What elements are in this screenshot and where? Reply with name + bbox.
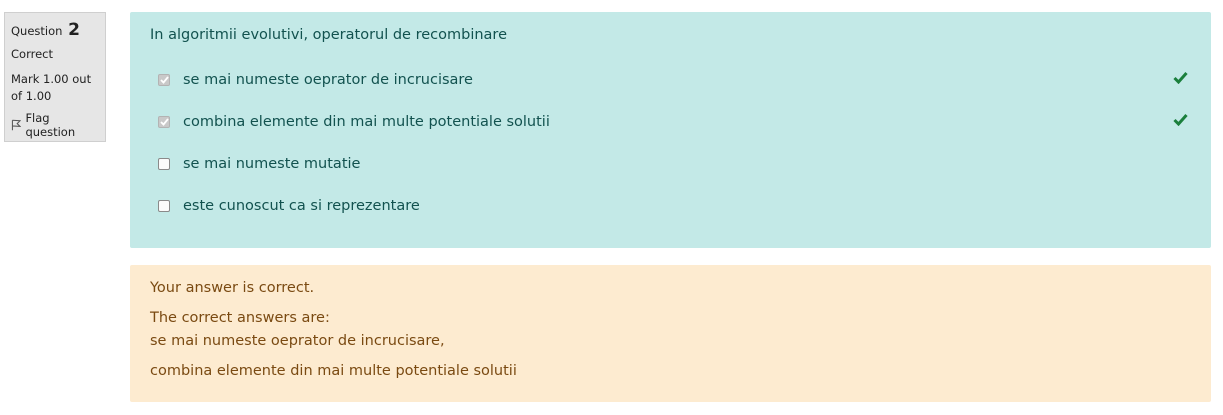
- answer-label: se mai numeste oeprator de incrucisare: [183, 72, 473, 88]
- answer-checkbox[interactable]: [158, 200, 170, 212]
- answer-label: este cunoscut ca si reprezentare: [183, 198, 420, 214]
- check-icon: [1173, 114, 1188, 126]
- feedback-summary: Your answer is correct.: [150, 280, 315, 296]
- answer-option[interactable]: combina elemente din mai multe potential…: [158, 113, 1188, 131]
- flag-icon: [11, 119, 22, 131]
- question-text: In algoritmii evolutivi, operatorul de r…: [150, 27, 507, 43]
- answer-option[interactable]: se mai numeste mutatie: [158, 155, 1188, 173]
- question-number: Question 2: [11, 19, 99, 42]
- answer-checkbox[interactable]: [158, 158, 170, 170]
- flag-question-label: Flag question: [25, 111, 76, 139]
- check-icon: [1173, 72, 1188, 84]
- checkbox-check-icon: [159, 118, 169, 126]
- question-info-panel: Question 2 Correct Mark 1.00 out of 1.00…: [4, 12, 106, 142]
- flag-question-link[interactable]: Flag question: [11, 111, 99, 139]
- answer-option[interactable]: se mai numeste oeprator de incrucisare: [158, 71, 1188, 89]
- question-formulation: In algoritmii evolutivi, operatorul de r…: [130, 12, 1211, 248]
- question-state: Correct: [11, 47, 53, 61]
- answer-option[interactable]: este cunoscut ca si reprezentare: [158, 197, 1188, 215]
- question-grade: Mark 1.00 out of 1.00: [11, 72, 92, 103]
- feedback-panel: Your answer is correct. The correct answ…: [130, 265, 1211, 402]
- answer-label: se mai numeste mutatie: [183, 156, 361, 172]
- correct-answer-item: combina elemente din mai multe potential…: [150, 363, 517, 379]
- checkbox-check-icon: [159, 76, 169, 84]
- question-label: Question: [11, 24, 63, 38]
- correct-answers-intro: The correct answers are:: [150, 310, 330, 326]
- question-number-value: 2: [68, 20, 80, 40]
- answer-checkbox[interactable]: [158, 116, 170, 128]
- correct-answer-item: se mai numeste oeprator de incrucisare,: [150, 333, 445, 349]
- answer-checkbox[interactable]: [158, 74, 170, 86]
- answer-label: combina elemente din mai multe potential…: [183, 114, 550, 130]
